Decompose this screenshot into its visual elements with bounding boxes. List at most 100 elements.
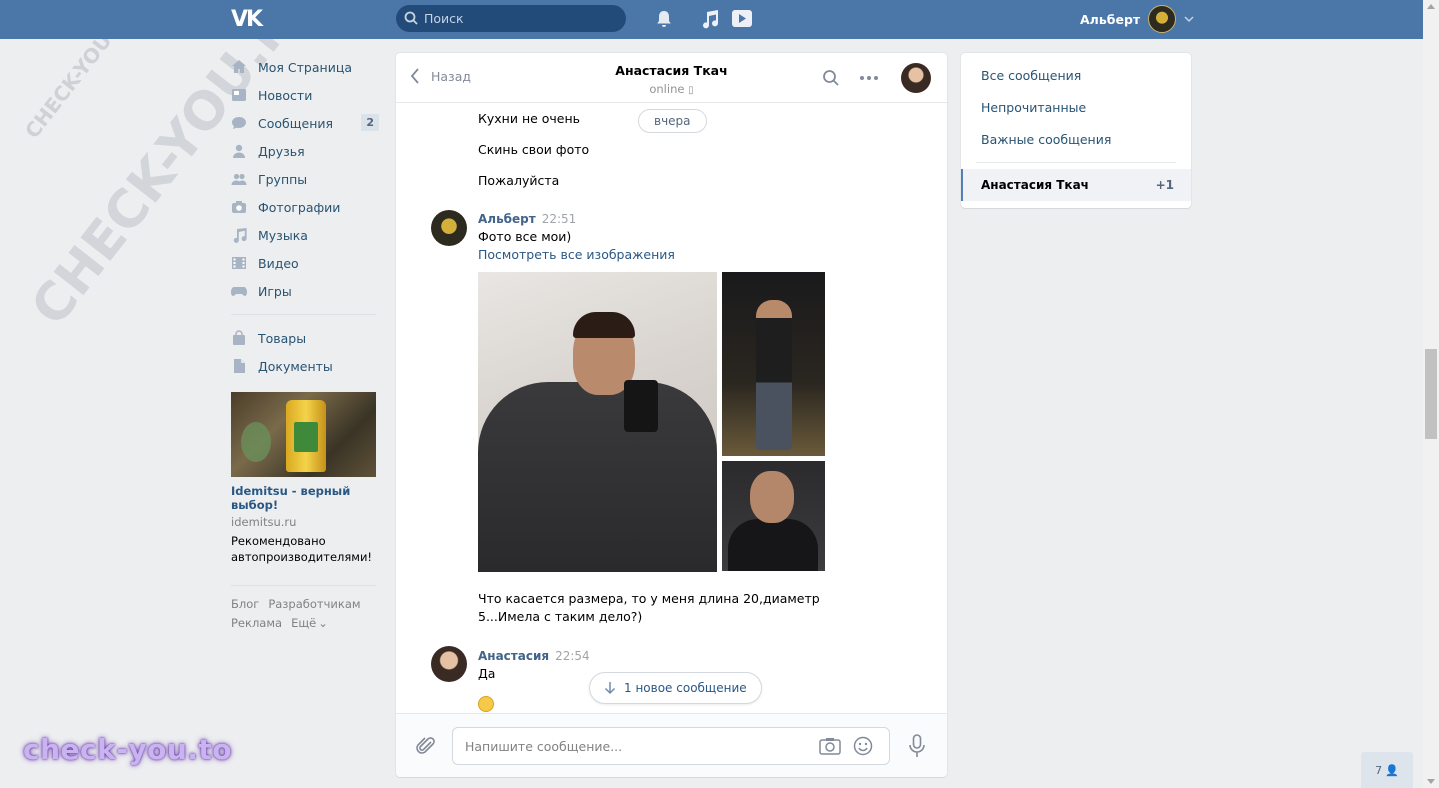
camera-icon: [231, 199, 247, 215]
message-composer: [396, 713, 947, 777]
sidebar-item-groups[interactable]: Группы: [231, 165, 381, 193]
message-author[interactable]: Альберт 22:51: [478, 212, 576, 226]
news-icon: [231, 87, 247, 103]
document-icon: [231, 358, 247, 374]
sidebar-item-label: Видео: [258, 255, 299, 271]
new-messages-button[interactable]: 1 новое сообщение: [589, 672, 762, 704]
sidebar-item-label: Товары: [258, 330, 307, 346]
sidebar-item-video[interactable]: Видео: [231, 249, 381, 277]
music-note-icon[interactable]: [699, 8, 721, 30]
ad-image[interactable]: [231, 392, 376, 477]
unread-count: +1: [1155, 178, 1174, 192]
avatar[interactable]: [431, 210, 467, 246]
more-icon[interactable]: [859, 75, 879, 81]
sidebar-item-news[interactable]: Новости: [231, 81, 381, 109]
footer-link-dev[interactable]: Разработчикам: [268, 597, 360, 611]
sidebar-item-home[interactable]: Моя Страница: [231, 53, 381, 81]
footer-link-more[interactable]: Ещё: [291, 616, 316, 630]
filter-unread[interactable]: Непрочитанные: [981, 100, 1086, 115]
sidebar-footer: Блог Разработчикам Реклама Ещё ⌄: [231, 585, 376, 633]
scroll-down-arrow[interactable]: [1427, 779, 1435, 784]
ad-text: Рекомендовано автопроизводителями!: [231, 534, 373, 564]
view-all-images-link[interactable]: Посмотреть все изображения: [478, 247, 675, 262]
attach-icon[interactable]: [415, 735, 437, 757]
search-icon[interactable]: [822, 69, 840, 87]
sidebar-item-label: Документы: [258, 358, 333, 374]
home-icon: [231, 59, 247, 75]
date-pill: вчера: [638, 109, 707, 133]
sidebar-item-label: Друзья: [258, 143, 305, 159]
messages-icon: [231, 115, 247, 131]
dialog-filters-panel: Все сообщения Непрочитанные Важные сообщ…: [961, 53, 1191, 208]
filter-important[interactable]: Важные сообщения: [981, 132, 1111, 147]
sidebar-item-camera[interactable]: Фотографии: [231, 193, 381, 221]
user-menu[interactable]: Альберт: [1080, 2, 1194, 36]
scrollbar-thumb[interactable]: [1425, 349, 1437, 439]
sidebar-item-label: Группы: [258, 171, 308, 187]
sidebar-item-friends[interactable]: Друзья: [231, 137, 381, 165]
photo-attachment[interactable]: [478, 272, 717, 572]
person-icon: 👤: [1385, 763, 1399, 777]
gamepad-icon: [231, 283, 247, 299]
message-history[interactable]: Кухни не очень вчера Скинь свои фото Пож…: [396, 104, 947, 713]
camera-icon[interactable]: [819, 737, 841, 755]
ad-block[interactable]: Idemitsu - верный выбор! idemitsu.ru Рек…: [231, 392, 381, 565]
footer-link-ads[interactable]: Реклама: [231, 616, 282, 630]
vk-logo[interactable]: VK: [231, 7, 265, 32]
user-avatar: [1148, 5, 1177, 33]
page-scrollbar[interactable]: [1423, 0, 1439, 788]
music-icon: [231, 227, 247, 243]
sidebar-item-music[interactable]: Музыка: [231, 221, 381, 249]
message-text: Кухни не очень: [478, 111, 581, 126]
back-button[interactable]: Назад: [410, 68, 471, 84]
message-text: Пожалуйста: [478, 173, 560, 188]
chevron-down-icon: [1184, 16, 1194, 23]
peer-avatar[interactable]: [901, 63, 931, 93]
message-time: 22:54: [555, 649, 590, 663]
peer-status: online ▯: [649, 82, 694, 96]
search-box[interactable]: [396, 5, 626, 32]
footer-link-blog[interactable]: Блог: [231, 597, 259, 611]
scroll-up-arrow[interactable]: [1427, 4, 1435, 9]
sidebar-item-gamepad[interactable]: Игры: [231, 277, 381, 305]
online-friends-counter[interactable]: 7 👤: [1361, 752, 1413, 788]
sidebar-item-label: Моя Страница: [258, 59, 352, 75]
message-text: Что касается размера, то у меня длина 20…: [478, 591, 820, 624]
arrow-down-icon: [604, 682, 616, 695]
user-name: Альберт: [1080, 11, 1141, 27]
chevron-left-icon: [410, 68, 419, 84]
sidebar-item-bag[interactable]: Товары: [231, 324, 381, 352]
avatar[interactable]: [431, 646, 467, 682]
sidebar-item-label: Музыка: [258, 227, 308, 243]
chevron-down-icon: ⌄: [318, 616, 328, 630]
sidebar-item-document[interactable]: Документы: [231, 352, 381, 380]
bell-icon[interactable]: [653, 8, 675, 30]
message-author[interactable]: Анастасия 22:54: [478, 649, 590, 663]
smile-icon[interactable]: [853, 736, 873, 756]
photo-attachment[interactable]: [722, 461, 825, 571]
photo-attachment[interactable]: [722, 272, 825, 456]
panel-divider: [976, 162, 1176, 163]
sidebar-item-label: Игры: [258, 283, 292, 299]
search-input[interactable]: [424, 5, 619, 32]
filter-all-messages[interactable]: Все сообщения: [981, 68, 1081, 83]
message-text: Фото все мои): [478, 229, 572, 244]
bag-icon: [231, 330, 247, 346]
active-dialog-item[interactable]: Анастасия Ткач +1: [961, 169, 1191, 201]
sidebar-item-messages[interactable]: Сообщения 2: [231, 109, 381, 137]
sidebar-divider: [231, 314, 376, 315]
message-input-box[interactable]: [452, 727, 890, 765]
mobile-icon: ▯: [688, 85, 694, 96]
unread-badge: 2: [361, 114, 379, 131]
sidebar-item-label: Новости: [258, 87, 313, 103]
chat-header: Анастасия Ткач online ▯ Назад: [396, 53, 947, 103]
brand-watermark: check-you.to: [23, 733, 233, 766]
ad-leaf-decor: [241, 422, 271, 462]
ad-title[interactable]: Idemitsu - верный выбор!: [231, 484, 381, 512]
message-input[interactable]: [465, 728, 805, 764]
search-icon: [404, 11, 418, 25]
play-icon[interactable]: [731, 8, 753, 30]
ad-bottle-decor: [286, 400, 326, 472]
microphone-icon[interactable]: [907, 734, 927, 758]
message-text: Скинь свои фото: [478, 142, 590, 157]
